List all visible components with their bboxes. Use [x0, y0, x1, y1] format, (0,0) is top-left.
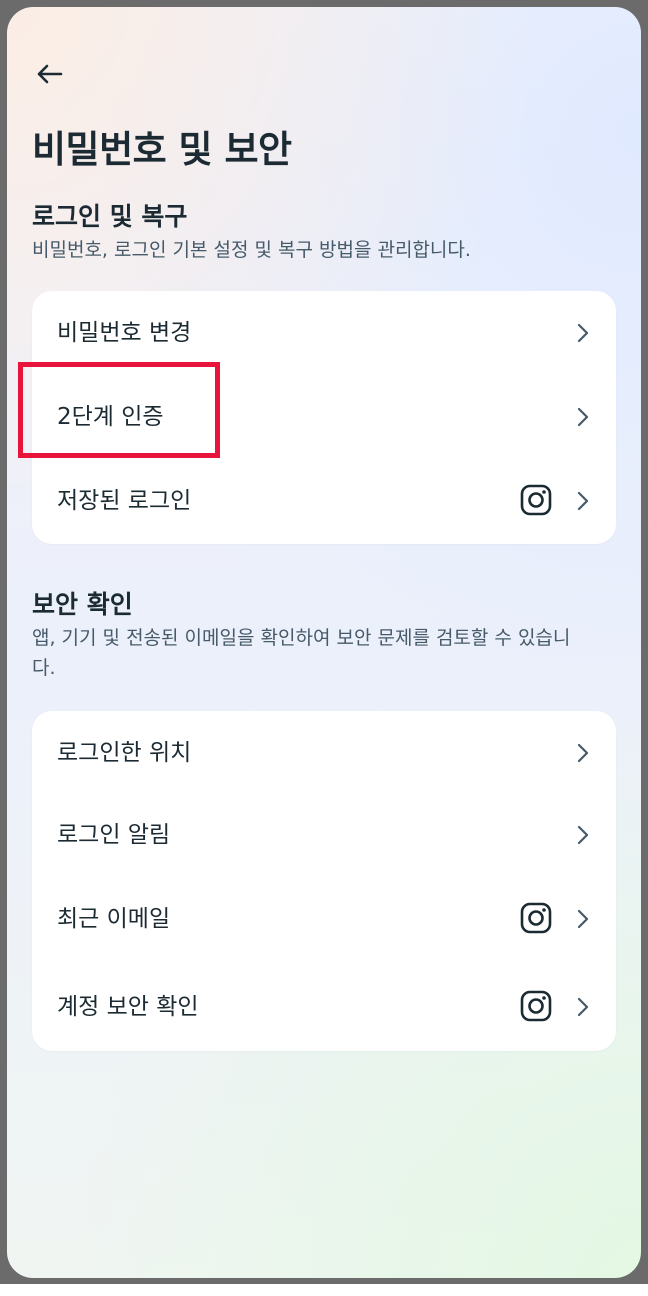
arrow-left-icon [37, 64, 63, 84]
chevron-right-icon [577, 997, 589, 1017]
chevron-right-icon [577, 407, 589, 427]
row-recent-emails[interactable]: 최근 이메일 [32, 877, 616, 961]
section-title-security: 보안 확인 [32, 590, 133, 619]
row-change-password[interactable]: 비밀번호 변경 [32, 291, 616, 375]
instagram-icon [520, 484, 552, 516]
chevron-right-icon [577, 491, 589, 511]
chevron-right-icon [577, 909, 589, 929]
row-account-security-check[interactable]: 계정 보안 확인 [32, 965, 616, 1049]
row-label: 로그인 알림 [57, 822, 171, 848]
row-where-logged-in[interactable]: 로그인한 위치 [32, 711, 616, 795]
section-description-login: 비밀번호, 로그인 기본 설정 및 복구 방법을 관리합니다. [32, 239, 471, 261]
chevron-right-icon [577, 825, 589, 845]
row-label: 계정 보안 확인 [57, 994, 199, 1020]
phone-screen: 비밀번호 및 보안 로그인 및 복구 비밀번호, 로그인 기본 설정 및 복구 … [7, 7, 641, 1278]
chevron-right-icon [577, 323, 589, 343]
row-label: 저장된 로그인 [57, 488, 192, 514]
bottom-edge [0, 1284, 648, 1296]
page-title: 비밀번호 및 보안 [32, 128, 292, 171]
row-login-alerts[interactable]: 로그인 알림 [32, 793, 616, 877]
row-label: 2단계 인증 [57, 404, 164, 430]
row-label: 최근 이메일 [57, 906, 171, 932]
instagram-icon [520, 902, 552, 934]
section-title-login: 로그인 및 복구 [32, 202, 188, 231]
row-label: 로그인한 위치 [57, 740, 192, 766]
login-settings-card: 비밀번호 변경 2단계 인증 저장된 로그인 [32, 291, 616, 544]
section-description-security: 앱, 기기 및 전송된 이메일을 확인하여 보안 문제를 검토할 수 있습니다. [32, 627, 571, 679]
row-two-factor-auth[interactable]: 2단계 인증 [32, 375, 616, 459]
instagram-icon [520, 990, 552, 1022]
row-saved-login[interactable]: 저장된 로그인 [32, 459, 616, 543]
row-label: 비밀번호 변경 [57, 320, 192, 346]
back-button[interactable] [29, 57, 69, 91]
chevron-right-icon [577, 743, 589, 763]
security-check-card: 로그인한 위치 로그인 알림 최근 이메일 계정 보안 확인 [32, 711, 616, 1051]
